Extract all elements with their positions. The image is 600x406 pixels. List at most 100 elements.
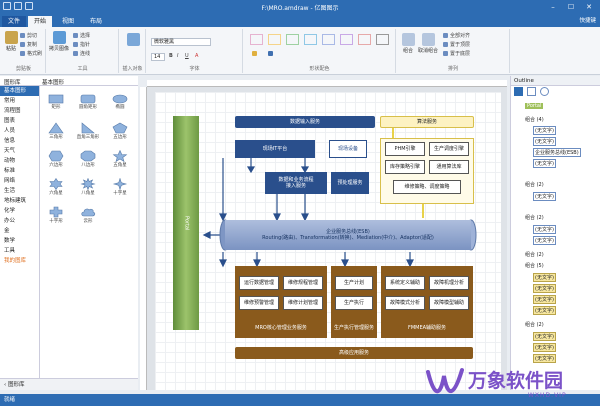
line-button[interactable] xyxy=(268,51,275,57)
align-button[interactable]: 全部对齐 xyxy=(443,32,470,39)
advanced-app-service[interactable]: 高级应用服务 xyxy=(235,347,473,359)
fmea-box[interactable]: 系统定义辅助 xyxy=(385,276,425,290)
library-category[interactable]: 人员 xyxy=(0,126,39,136)
phm-engine[interactable]: PHM引擎 xyxy=(385,142,425,156)
outline-item[interactable]: (无文字) xyxy=(533,126,556,135)
library-category[interactable]: 信息 xyxy=(0,136,39,146)
drawing-canvas[interactable]: Portal 数据输入服务 算法服务 现场IT平台 现场设备 数据和业务流程 接… xyxy=(147,87,507,390)
esb-bus[interactable]: 企业服务总线(ESB) Routing(路由)、Transformation(转… xyxy=(225,220,471,250)
outline-collapse-icon[interactable] xyxy=(527,87,536,96)
insert-object-button[interactable] xyxy=(126,33,140,47)
library-category[interactable]: 我的图库 xyxy=(0,256,39,266)
library-category[interactable]: 化学 xyxy=(0,206,39,216)
inventory-engine[interactable]: 库存策略引擎 xyxy=(385,160,425,174)
outline-item[interactable]: (无文字) xyxy=(533,306,556,315)
format-painter-button[interactable]: 格式刷 xyxy=(20,50,42,57)
basic-shapes-tab[interactable]: 基本图形 xyxy=(42,78,64,86)
mro-box[interactable]: 运行数据管理 xyxy=(239,276,279,290)
library-tab[interactable]: 图形库 xyxy=(4,78,21,86)
library-category[interactable]: 金 xyxy=(0,226,39,236)
data-input-service[interactable]: 数据输入服务 xyxy=(235,116,375,128)
style-swatch[interactable] xyxy=(286,34,299,45)
bold-icon[interactable]: B xyxy=(169,53,173,59)
tab-home[interactable]: 开始 xyxy=(28,16,53,27)
outline-item[interactable]: (无文字) xyxy=(533,225,556,234)
library-category[interactable]: 数学 xyxy=(0,236,39,246)
outline-item[interactable]: (无文字) xyxy=(533,332,556,341)
cut-button[interactable]: 剪切 xyxy=(20,32,37,39)
outline-item[interactable]: 组合 (5) xyxy=(525,262,544,269)
data-workflow-service[interactable]: 数据和业务流程 接入服务 xyxy=(265,172,327,194)
shape-star5[interactable]: 五角星 xyxy=(104,150,136,168)
outline-item[interactable]: (无文字) xyxy=(533,236,556,245)
outline-item[interactable]: (无文字) xyxy=(533,273,556,282)
shape-octagon[interactable]: 八边形 xyxy=(72,150,104,168)
library-category[interactable]: 网络 xyxy=(0,176,39,186)
preprocess-service[interactable]: 预处理服务 xyxy=(331,172,369,194)
general-algorithm-lib[interactable]: 通用算法库 xyxy=(429,160,469,174)
style-swatch[interactable] xyxy=(340,34,353,45)
production-box[interactable]: 生产计划 xyxy=(335,276,373,290)
copy-button[interactable]: 复制 xyxy=(20,41,37,48)
shape-star8[interactable]: 八角星 xyxy=(72,178,104,196)
outline-item[interactable]: (无文字) xyxy=(533,159,556,168)
group-button[interactable]: 组合 xyxy=(399,33,417,54)
schedule-engine[interactable]: 生产调度引擎 xyxy=(429,142,469,156)
style-swatch[interactable] xyxy=(358,34,371,45)
shape-pentagon[interactable]: 五边形 xyxy=(104,122,136,140)
library-category[interactable]: 图表 xyxy=(0,116,39,126)
fmea-box[interactable]: 故障机理分析 xyxy=(429,276,469,290)
outline-item[interactable]: (无文字) xyxy=(533,295,556,304)
shape-rectangle[interactable]: 矩形 xyxy=(40,94,72,110)
tab-view[interactable]: 视图 xyxy=(56,16,80,27)
bring-front-button[interactable]: 置于顶层 xyxy=(443,41,470,48)
font-family-select[interactable]: 微软雅黑 xyxy=(151,38,211,46)
portal-bar[interactable]: Portal xyxy=(173,116,199,330)
mro-box[interactable]: 维修计划管理 xyxy=(283,296,323,310)
production-box[interactable]: 生产执行 xyxy=(335,296,373,310)
style-swatch[interactable] xyxy=(376,34,389,45)
outline-root[interactable]: Portal xyxy=(525,103,544,109)
shortcut-link[interactable]: 快捷键 xyxy=(579,16,596,26)
mobile-it-platform[interactable]: 现场IT平台 xyxy=(235,140,315,158)
maximize-icon[interactable]: ☐ xyxy=(562,1,580,13)
tab-layout[interactable]: 布局 xyxy=(84,16,108,27)
library-category[interactable]: 地标建筑 xyxy=(0,196,39,206)
outline-item[interactable]: 组合 (2) xyxy=(525,321,544,328)
library-category[interactable]: 流程图 xyxy=(0,106,39,116)
library-category[interactable]: 标准 xyxy=(0,166,39,176)
select-tool[interactable]: 选择 xyxy=(73,32,90,39)
fmea-box[interactable]: 故障模式分析 xyxy=(385,296,425,310)
outline-item[interactable]: (无文字) xyxy=(533,137,556,146)
font-size-select[interactable]: 14 xyxy=(151,53,165,61)
shape-right-triangle[interactable]: 直角三角形 xyxy=(72,122,104,140)
style-swatch[interactable] xyxy=(268,34,281,45)
outline-item[interactable]: 企业服务总线(ESB) xyxy=(533,148,581,157)
shape-hexagon[interactable]: 六边形 xyxy=(40,150,72,168)
outline-item[interactable]: 组合 (4) xyxy=(525,116,544,123)
shape-ellipse[interactable]: 椭圆 xyxy=(104,94,136,110)
style-swatch[interactable] xyxy=(322,34,335,45)
drawing-page[interactable]: Portal 数据输入服务 算法服务 现场IT平台 现场设备 数据和业务流程 接… xyxy=(155,92,501,390)
copy-image-button[interactable]: 拷贝图像 xyxy=(49,31,69,52)
outline-item[interactable]: 组合 (2) xyxy=(525,251,544,258)
underline-icon[interactable]: U xyxy=(185,53,189,59)
algorithm-service[interactable]: 算法服务 xyxy=(380,116,474,128)
outline-item[interactable]: 组合 (2) xyxy=(525,181,544,188)
refresh-icon[interactable] xyxy=(540,87,549,96)
shape-cross[interactable]: 十字形 xyxy=(40,206,72,224)
outline-item[interactable]: (无文字) xyxy=(533,192,556,201)
minimize-icon[interactable]: – xyxy=(544,1,562,13)
shape-rounded-rect[interactable]: 圆角矩形 xyxy=(72,94,104,110)
outline-item[interactable]: (无文字) xyxy=(533,343,556,352)
outline-item[interactable]: (无文字) xyxy=(533,284,556,293)
tab-file[interactable]: 文件 xyxy=(2,16,27,27)
outline-tree-icon[interactable] xyxy=(514,87,523,96)
library-category[interactable]: 天气 xyxy=(0,146,39,156)
connector-tool[interactable]: 连线 xyxy=(73,50,90,57)
ungroup-button[interactable]: 取消组合 xyxy=(417,33,439,54)
maintenance-strategy[interactable]: 维修策略、调度策略 xyxy=(393,180,461,194)
library-category[interactable]: 动物 xyxy=(0,156,39,166)
library-category[interactable]: 工具 xyxy=(0,246,39,256)
style-swatch[interactable] xyxy=(304,34,317,45)
